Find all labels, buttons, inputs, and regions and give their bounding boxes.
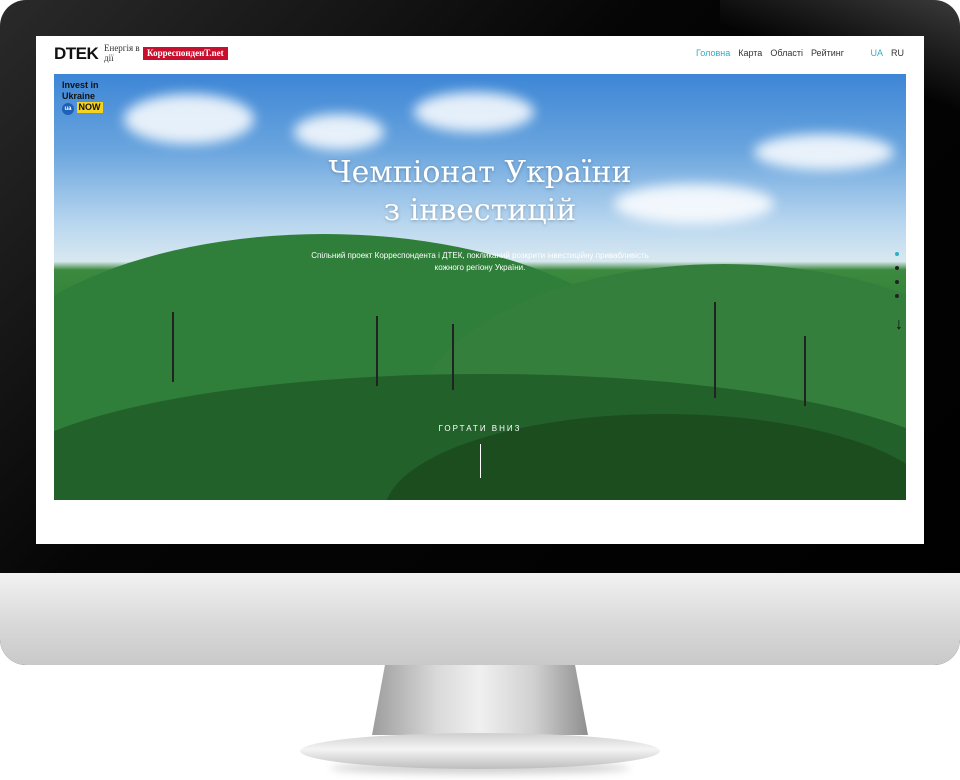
hero-title-line2: з інвестицій xyxy=(383,193,577,228)
top-bar: DTEK Енергія в дії КорреспонденТ.net Гол… xyxy=(36,36,924,72)
korrespondent-logo[interactable]: КорреспонденТ.net xyxy=(143,47,228,60)
language-switcher: UA RU xyxy=(870,48,904,58)
scroll-indicator-line xyxy=(480,444,481,478)
nav-item-home[interactable]: Головна xyxy=(696,48,730,58)
monitor-stand-neck xyxy=(372,665,588,735)
power-pylon xyxy=(172,312,174,382)
monitor-frame: DTEK Енергія в дії КорреспонденТ.net Гол… xyxy=(0,0,960,665)
scroll-down-label[interactable]: ГОРТАТИ ВНИЗ xyxy=(54,424,906,433)
badge-line2: Ukraine xyxy=(62,91,96,101)
badge-line1: Invest in xyxy=(62,80,99,90)
nav-item-map[interactable]: Карта xyxy=(738,48,762,58)
monitor-stand-base xyxy=(300,733,660,769)
section-dot[interactable] xyxy=(895,252,899,256)
nav-item-rating[interactable]: Рейтинг xyxy=(811,48,844,58)
section-dot[interactable] xyxy=(895,266,899,270)
screen: DTEK Енергія в дії КорреспонденТ.net Гол… xyxy=(36,36,924,544)
hero-section: Invest in Ukraine ua NOW Чемпіонат Украї… xyxy=(54,74,906,500)
lang-ua[interactable]: UA xyxy=(870,48,883,58)
power-pylon xyxy=(804,336,806,406)
arrow-down-icon[interactable]: ↓ xyxy=(895,316,903,334)
invest-in-ukraine-badge[interactable]: Invest in Ukraine ua NOW xyxy=(62,80,128,122)
section-dot[interactable] xyxy=(895,280,899,284)
section-dot[interactable] xyxy=(895,294,899,298)
ua-badge-icon: ua xyxy=(62,103,74,115)
power-pylon xyxy=(452,324,454,390)
cloud xyxy=(124,94,254,144)
hero-subtitle: Спільний проект Корреспондента і ДТЕК, п… xyxy=(311,251,649,272)
hero-title-line1: Чемпіонат України xyxy=(328,155,632,190)
nav-item-regions[interactable]: Області xyxy=(770,48,803,58)
dtek-tagline: Енергія в дії xyxy=(104,43,140,63)
badge-now: NOW xyxy=(76,102,103,113)
cloud xyxy=(294,114,384,150)
hero-title: Чемпіонат України з інвестицій xyxy=(54,154,906,230)
monitor-chin xyxy=(0,573,960,665)
cloud xyxy=(414,92,534,132)
section-dots xyxy=(895,252,899,298)
lang-ru[interactable]: RU xyxy=(891,48,904,58)
dtek-logo[interactable]: DTEK xyxy=(54,44,99,64)
power-pylon xyxy=(714,302,716,398)
main-nav: Головна Карта Області Рейтинг xyxy=(696,48,844,58)
power-pylon xyxy=(376,316,378,386)
